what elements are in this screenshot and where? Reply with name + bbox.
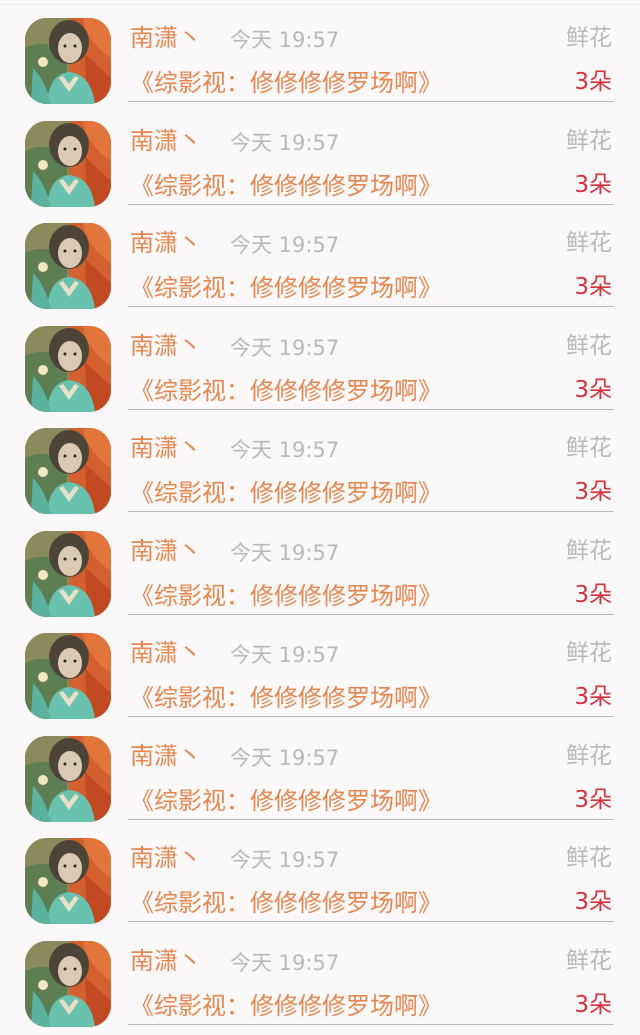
user-avatar-icon[interactable] xyxy=(25,428,111,514)
user-avatar-icon[interactable] xyxy=(25,530,111,617)
gift-count: 3朵 xyxy=(574,991,612,1018)
book-title-link[interactable]: 《综影视：修修修修罗场啊》 xyxy=(130,989,442,1023)
gift-type-label: 鲜花 xyxy=(566,332,612,359)
list-item[interactable]: 南潇丶 今天 19:57 鲜花 《综影视：修修修修罗场啊》 3朵 xyxy=(0,513,640,617)
gift-count: 3朵 xyxy=(574,274,612,300)
gift-type-label: 鲜花 xyxy=(566,537,612,564)
book-title-link[interactable]: 《综影视：修修修修罗场啊》 xyxy=(130,374,442,408)
list-item[interactable]: 南潇丶 今天 19:57 鲜花 《综影视：修修修修罗场啊》 3朵 xyxy=(0,410,640,514)
gift-count: 3朵 xyxy=(574,171,612,198)
list-item[interactable]: 南潇丶 今天 19:57 鲜花 《综影视：修修修修罗场啊》 3朵 xyxy=(0,0,640,104)
sender-name: 南潇丶 xyxy=(130,229,202,257)
sender-name: 南潇丶 xyxy=(130,24,202,52)
gift-count: 3朵 xyxy=(574,684,612,710)
timestamp: 今天 19:57 xyxy=(230,233,340,257)
user-avatar-icon[interactable] xyxy=(25,735,111,822)
sender-name: 南潇丶 xyxy=(130,946,202,975)
sender-name: 南潇丶 xyxy=(130,126,202,155)
row-divider xyxy=(128,1023,614,1025)
list-item[interactable]: 南潇丶 今天 19:57 鲜花 《综影视：修修修修罗场啊》 3朵 xyxy=(0,718,640,822)
timestamp: 今天 19:57 xyxy=(230,130,340,155)
list-item[interactable]: 南潇丶 今天 19:57 鲜花 《综影视：修修修修罗场啊》 3朵 xyxy=(0,103,640,207)
gift-count: 3朵 xyxy=(574,786,612,813)
book-title-link[interactable]: 《综影视：修修修修罗场啊》 xyxy=(130,169,442,203)
gift-type-label: 鲜花 xyxy=(566,230,612,256)
gift-count: 3朵 xyxy=(574,889,612,915)
book-title-link[interactable]: 《综影视：修修修修罗场啊》 xyxy=(130,886,442,920)
timestamp: 今天 19:57 xyxy=(230,848,340,872)
gift-count: 3朵 xyxy=(574,69,612,95)
sender-name: 南潇丶 xyxy=(130,639,202,667)
timestamp: 今天 19:57 xyxy=(230,643,340,667)
user-avatar-icon[interactable] xyxy=(25,940,111,1027)
timestamp: 今天 19:57 xyxy=(230,438,340,462)
timestamp: 今天 19:57 xyxy=(230,540,340,565)
book-title-link[interactable]: 《综影视：修修修修罗场啊》 xyxy=(130,784,442,818)
user-avatar-icon[interactable] xyxy=(25,838,111,924)
user-avatar-icon[interactable] xyxy=(25,223,111,309)
gift-type-label: 鲜花 xyxy=(566,127,612,154)
gift-type-label: 鲜花 xyxy=(566,742,612,769)
sender-name: 南潇丶 xyxy=(130,434,202,462)
gift-count: 3朵 xyxy=(574,479,612,505)
user-avatar-icon[interactable] xyxy=(25,633,111,719)
book-title-link[interactable]: 《综影视：修修修修罗场啊》 xyxy=(130,579,442,613)
user-avatar-icon[interactable] xyxy=(25,120,111,207)
gift-type-label: 鲜花 xyxy=(566,845,612,871)
list-item[interactable]: 南潇丶 今天 19:57 鲜花 《综影视：修修修修罗场啊》 3朵 xyxy=(0,615,640,719)
sender-name: 南潇丶 xyxy=(130,331,202,360)
timestamp: 今天 19:57 xyxy=(230,28,340,52)
gift-type-label: 鲜花 xyxy=(566,640,612,666)
gift-count: 3朵 xyxy=(574,376,612,403)
book-title-link[interactable]: 《综影视：修修修修罗场啊》 xyxy=(130,66,442,100)
gift-count: 3朵 xyxy=(574,581,612,608)
gift-type-label: 鲜花 xyxy=(566,435,612,461)
user-avatar-icon[interactable] xyxy=(25,325,111,412)
gift-type-label: 鲜花 xyxy=(566,947,612,974)
sender-name: 南潇丶 xyxy=(130,536,202,565)
list-item[interactable]: 南潇丶 今天 19:57 鲜花 《综影视：修修修修罗场啊》 3朵 xyxy=(0,923,640,1027)
list-item[interactable]: 南潇丶 今天 19:57 鲜花 《综影视：修修修修罗场啊》 3朵 xyxy=(0,308,640,412)
timestamp: 今天 19:57 xyxy=(230,745,340,770)
book-title-link[interactable]: 《综影视：修修修修罗场啊》 xyxy=(130,681,442,715)
timestamp: 今天 19:57 xyxy=(230,950,340,975)
book-title-link[interactable]: 《综影视：修修修修罗场啊》 xyxy=(130,271,442,305)
timestamp: 今天 19:57 xyxy=(230,335,340,360)
sender-name: 南潇丶 xyxy=(130,844,202,872)
gift-type-label: 鲜花 xyxy=(566,25,612,51)
sender-name: 南潇丶 xyxy=(130,741,202,770)
book-title-link[interactable]: 《综影视：修修修修罗场啊》 xyxy=(130,476,442,510)
list-item[interactable]: 南潇丶 今天 19:57 鲜花 《综影视：修修修修罗场啊》 3朵 xyxy=(0,820,640,924)
user-avatar-icon[interactable] xyxy=(25,18,111,104)
list-item[interactable]: 南潇丶 今天 19:57 鲜花 《综影视：修修修修罗场啊》 3朵 xyxy=(0,205,640,309)
